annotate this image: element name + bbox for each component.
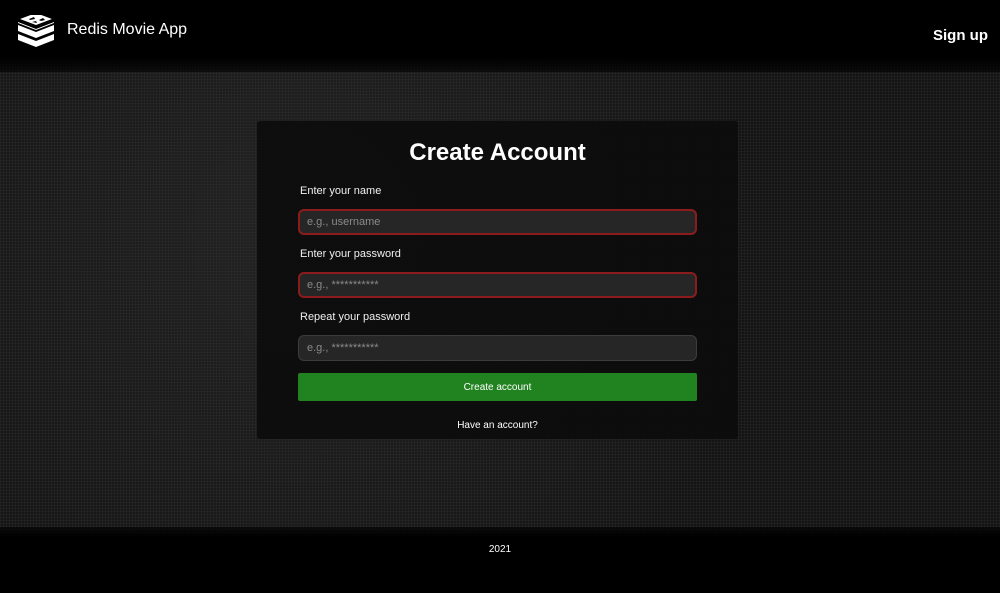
name-label: Enter your name bbox=[300, 185, 382, 197]
top-navbar: Redis Movie App Sign up bbox=[0, 0, 1000, 72]
page-title: Create Account bbox=[409, 139, 586, 166]
repeat-password-label: Repeat your password bbox=[300, 311, 411, 323]
create-account-card: Create Account Enter your name Enter you… bbox=[257, 121, 738, 439]
footer-year: 2021 bbox=[488, 544, 512, 555]
brand[interactable]: Redis Movie App bbox=[17, 15, 187, 49]
password-label: Enter your password bbox=[300, 248, 401, 260]
password-field[interactable] bbox=[298, 272, 697, 298]
redis-stack-icon bbox=[17, 15, 55, 49]
create-account-button[interactable]: Create account bbox=[298, 373, 697, 401]
signup-link[interactable]: Sign up bbox=[933, 27, 988, 44]
have-account-link[interactable]: Have an account? bbox=[257, 420, 738, 431]
app-title: Redis Movie App bbox=[67, 21, 188, 38]
repeat-password-field[interactable] bbox=[298, 335, 697, 361]
footer: 2021 bbox=[0, 527, 1000, 593]
name-field[interactable] bbox=[298, 209, 697, 235]
